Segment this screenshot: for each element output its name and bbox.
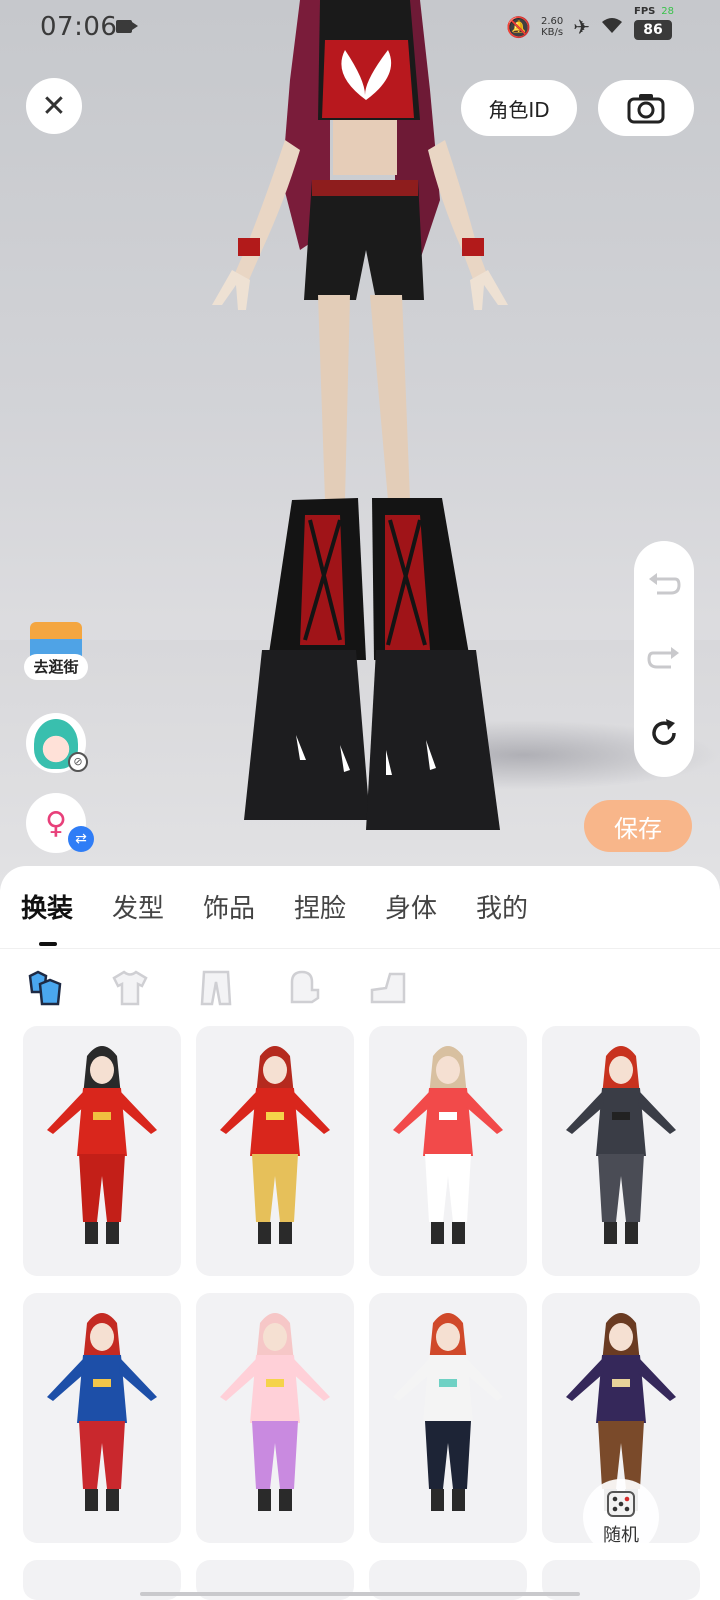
hidden-status-icon: ⊘ <box>68 752 88 772</box>
swap-icon: ⇄ <box>68 826 94 852</box>
outfit-figure <box>220 1046 330 1244</box>
tab-mine[interactable]: 我的 <box>476 888 528 925</box>
camera-icon <box>627 94 665 124</box>
shoes-icon <box>370 972 406 1004</box>
undo-button[interactable] <box>634 555 694 615</box>
outfit-figure <box>393 1313 503 1511</box>
outfit-figure <box>220 1313 330 1511</box>
status-bar: 07:06 🔕 2.60 KB/s ✈ FPS 28 86 <box>0 0 720 56</box>
fps-meter: FPS 28 86 <box>634 6 674 40</box>
redo-icon <box>647 647 679 669</box>
go-shopping-button[interactable]: 去逛街 <box>24 622 88 692</box>
role-id-button[interactable]: 角色ID <box>461 80 577 136</box>
outfit-figure <box>393 1046 503 1244</box>
status-icons: 🔕 2.60 KB/s ✈ FPS 28 86 <box>506 6 674 42</box>
subtab-pants[interactable] <box>194 966 238 1010</box>
tab-outfit[interactable]: 换装 <box>21 888 73 925</box>
subtab-outfit-set[interactable] <box>22 966 66 1010</box>
scrollbar[interactable] <box>140 1592 580 1596</box>
network-speed: 2.60 KB/s <box>540 16 564 38</box>
screen-record-icon <box>116 20 138 33</box>
outfit-card[interactable] <box>542 1026 700 1276</box>
tab-body[interactable]: 身体 <box>385 888 437 925</box>
subtab-top[interactable] <box>108 966 152 1010</box>
outfit-card[interactable] <box>369 1293 527 1543</box>
edit-history-controls <box>634 541 694 777</box>
outfit-card[interactable] <box>369 1026 527 1276</box>
close-button[interactable]: ✕ <box>26 78 82 134</box>
tab-face[interactable]: 捏脸 <box>294 888 346 925</box>
avatar-stage[interactable] <box>0 0 720 890</box>
subtab-shoes[interactable] <box>366 966 410 1010</box>
wifi-icon <box>600 15 624 39</box>
camera-button[interactable] <box>598 80 694 136</box>
active-tab-indicator <box>39 942 57 946</box>
female-icon: ♀ <box>45 805 67 841</box>
pants-icon <box>200 970 232 1006</box>
avatar-model[interactable] <box>0 0 720 890</box>
tab-hairstyle[interactable]: 发型 <box>112 888 164 925</box>
undo-icon <box>649 573 681 595</box>
close-icon: ✕ <box>41 88 67 124</box>
outfit-card[interactable] <box>196 1026 354 1276</box>
redo-button[interactable] <box>634 629 694 689</box>
outfit-figure <box>47 1046 157 1244</box>
refresh-icon <box>652 719 676 745</box>
random-button[interactable]: 随机 <box>583 1479 659 1555</box>
battery-level: 86 <box>634 20 672 40</box>
outfit-card[interactable] <box>23 1293 181 1543</box>
save-button[interactable]: 保存 <box>584 800 692 852</box>
subtab-gloves[interactable] <box>280 966 324 1010</box>
outfit-card[interactable] <box>196 1293 354 1543</box>
top-icon <box>112 970 148 1006</box>
outfit-figure <box>566 1046 676 1244</box>
outfit-card[interactable] <box>23 1026 181 1276</box>
category-tabs: 换装 发型 饰品 捏脸 身体 我的 <box>0 888 720 938</box>
gloves-icon <box>290 970 320 1004</box>
outfit-figure <box>47 1313 157 1511</box>
airplane-icon: ✈ <box>573 15 590 39</box>
clothing-subcategories <box>0 966 720 1010</box>
random-label: 随机 <box>603 1525 639 1546</box>
tab-accessories[interactable]: 饰品 <box>203 888 255 925</box>
go-shopping-label: 去逛街 <box>24 654 88 680</box>
divider <box>0 948 720 949</box>
reset-button[interactable] <box>634 703 694 763</box>
dice-icon <box>607 1491 635 1517</box>
mute-icon: 🔕 <box>506 15 531 39</box>
status-time: 07:06 <box>40 12 118 42</box>
outfit-set-icon <box>28 970 62 1006</box>
